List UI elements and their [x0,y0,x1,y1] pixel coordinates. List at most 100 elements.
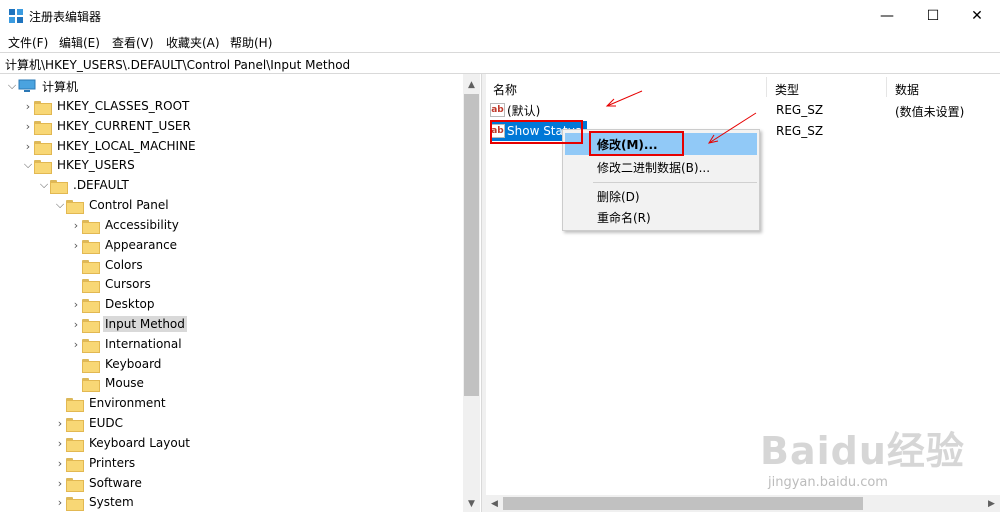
tree-item-keyboard[interactable]: Keyboard [70,354,163,374]
tree-item-system[interactable]: › System [54,492,136,512]
baidu-watermark: Baidu经验 jingyan.baidu.com [760,420,965,490]
chevron-right-icon[interactable]: › [70,298,82,311]
folder-icon [66,496,84,511]
list-scroll-thumb[interactable] [503,497,863,510]
scroll-left-arrow-icon[interactable]: ◀ [486,495,503,512]
folder-icon [82,338,100,353]
chevron-right-icon[interactable]: › [70,338,82,351]
folder-icon [82,298,100,313]
folder-icon [82,318,100,333]
scroll-up-arrow-icon[interactable]: ▲ [463,76,480,93]
chevron-down-icon[interactable]: ⌵ [6,79,18,93]
highlight-box-show-status [490,120,583,144]
menu-view[interactable]: 查看(V) [112,34,154,51]
column-header-data[interactable]: 数据 [895,81,919,98]
tree-item-international[interactable]: › International [70,334,184,354]
folder-icon [82,239,100,254]
address-path[interactable]: 计算机\HKEY_USERS\.DEFAULT\Control Panel\In… [5,56,350,73]
tree-item-hkey-users[interactable]: ⌵ HKEY_USERS [22,155,137,175]
menu-item-delete[interactable]: 删除(D) [565,185,757,207]
watermark-url: jingyan.baidu.com [768,475,888,490]
folder-icon [82,259,100,274]
tree-item-accessibility[interactable]: › Accessibility [70,215,181,235]
regedit-icon [9,9,23,23]
title-bar: 注册表编辑器 — ☐ ✕ [0,0,1000,31]
tree-item-appearance[interactable]: › Appearance [70,235,179,255]
tree-item-software[interactable]: › Software [54,473,144,493]
value-type: REG_SZ [776,124,824,138]
tree-item-default[interactable]: ⌵ .DEFAULT [38,175,131,195]
chevron-down-icon[interactable]: ⌵ [22,158,34,172]
menu-help[interactable]: 帮助(H) [230,34,272,51]
column-header-name[interactable]: 名称 [493,81,517,98]
tree-item-hkey-local-machine[interactable]: › HKEY_LOCAL_MACHINE [22,136,198,156]
folder-icon [50,179,68,194]
tree-item-mouse[interactable]: Mouse [70,373,146,393]
tree-item-computer[interactable]: ⌵ 计算机 [6,76,80,96]
folder-icon [34,159,52,174]
tree-item-keyboard-layout[interactable]: › Keyboard Layout [54,433,192,453]
tree-item-control-panel[interactable]: ⌵ Control Panel [54,195,171,215]
minimize-button[interactable]: — [864,0,910,31]
value-data: (数值未设置) [895,105,965,119]
folder-icon [82,377,100,392]
watermark-brand: Baidu经验 [760,429,965,473]
menu-edit[interactable]: 编辑(E) [59,34,100,51]
maximize-button[interactable]: ☐ [910,0,956,31]
menu-file[interactable]: 文件(F) [8,34,48,51]
menu-bar: 文件(F) 编辑(E) 查看(V) 收藏夹(A) 帮助(H) [0,31,1000,52]
tree-item-hkey-classes-root[interactable]: › HKEY_CLASSES_ROOT [22,96,191,116]
string-value-icon: ab [490,103,505,117]
folder-icon [66,199,84,214]
chevron-down-icon[interactable]: ⌵ [38,178,50,192]
address-bar[interactable]: 计算机\HKEY_USERS\.DEFAULT\Control Panel\In… [0,52,1000,74]
tree-item-colors[interactable]: Colors [70,255,145,275]
tree-item-input-method[interactable]: › Input Method [70,314,187,334]
menu-favorites[interactable]: 收藏夹(A) [166,34,220,51]
folder-icon [66,457,84,472]
selected-key-label: Input Method [103,316,187,332]
folder-icon [34,140,52,155]
chevron-right-icon[interactable]: › [22,120,34,133]
value-row-default[interactable]: ab (默认) [490,100,540,120]
column-header-type[interactable]: 类型 [775,81,799,98]
value-type: REG_SZ [776,103,824,117]
folder-icon [34,100,52,115]
window-title: 注册表编辑器 [29,10,102,24]
tree-item-eudc[interactable]: › EUDC [54,413,125,433]
chevron-right-icon[interactable]: › [70,239,82,252]
tree-item-cursors[interactable]: Cursors [70,274,153,294]
computer-icon [18,79,36,92]
tree-item-hkey-current-user[interactable]: › HKEY_CURRENT_USER [22,116,193,136]
chevron-right-icon[interactable]: › [54,457,66,470]
scroll-down-arrow-icon[interactable]: ▼ [463,495,480,512]
close-button[interactable]: ✕ [954,0,1000,31]
folder-icon [82,278,100,293]
scroll-right-arrow-icon[interactable]: ▶ [983,495,1000,512]
chevron-right-icon[interactable]: › [54,477,66,490]
chevron-right-icon[interactable]: › [70,318,82,331]
chevron-down-icon[interactable]: ⌵ [54,198,66,212]
chevron-right-icon[interactable]: › [54,496,66,509]
folder-icon [82,358,100,373]
tree-item-desktop[interactable]: › Desktop [70,294,157,314]
key-tree: ⌵ 计算机 › HKEY_CLASSES_ROOT › HKEY_CURRENT… [0,74,481,512]
chevron-right-icon[interactable]: › [70,219,82,232]
chevron-right-icon[interactable]: › [22,100,34,113]
menu-separator [593,182,757,183]
tree-item-environment[interactable]: Environment [54,393,168,413]
folder-icon [66,477,84,492]
folder-icon [82,219,100,234]
folder-icon [66,437,84,452]
tree-scroll-thumb[interactable] [464,94,479,396]
highlight-box-modify [589,131,684,156]
chevron-right-icon[interactable]: › [54,437,66,450]
menu-item-modify-binary[interactable]: 修改二进制数据(B)... [565,156,757,178]
chevron-right-icon[interactable]: › [54,417,66,430]
tree-item-printers[interactable]: › Printers [54,453,137,473]
folder-icon [34,120,52,135]
folder-icon [66,417,84,432]
chevron-right-icon[interactable]: › [22,140,34,153]
folder-icon [66,397,84,412]
menu-item-rename[interactable]: 重命名(R) [565,206,757,228]
